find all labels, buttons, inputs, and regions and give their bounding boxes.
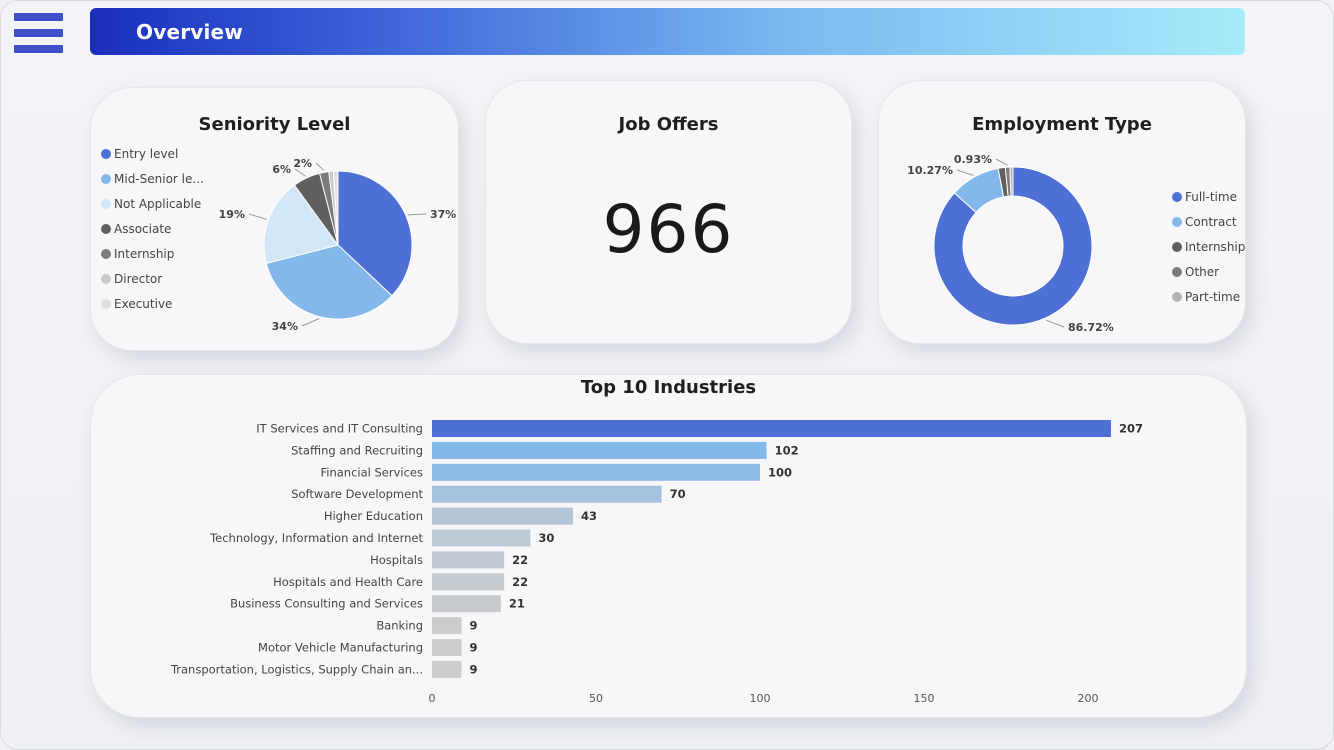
value-label: 9: [470, 619, 478, 633]
bar-financial-services[interactable]: [432, 463, 761, 481]
top-industries-card: Top 10 Industries IT Services and IT Con…: [90, 374, 1247, 718]
bar-software-development[interactable]: [432, 485, 662, 503]
value-label: 100: [768, 465, 792, 479]
value-label: 102: [775, 443, 799, 457]
category-label: Hospitals and Health Care: [273, 575, 423, 589]
data-label-other: 0.93%: [954, 153, 992, 166]
x-tick-label: 200: [1078, 692, 1099, 705]
data-label-full-time: 86.72%: [1068, 321, 1114, 334]
leader-line: [1045, 319, 1065, 328]
bar-business-consulting-and-services[interactable]: [432, 595, 501, 613]
header-bar: Overview: [90, 8, 1245, 55]
data-label-mid-senior-le: 34%: [272, 320, 298, 333]
bar-banking[interactable]: [432, 617, 462, 635]
value-label: 22: [512, 553, 528, 567]
value-label: 30: [538, 531, 554, 545]
bar-transportation-logistics-supply-chain-an[interactable]: [432, 660, 462, 678]
bar-staffing-and-recruiting[interactable]: [432, 441, 767, 459]
employment-type-card: Employment Type Full-time Contract Interns…: [878, 80, 1246, 344]
category-label: Transportation, Logistics, Supply Chain …: [170, 662, 423, 676]
leader-line: [995, 158, 1008, 166]
category-label: Business Consulting and Services: [230, 597, 423, 611]
value-label: 9: [470, 641, 478, 655]
leader-line: [301, 318, 320, 327]
category-label: Hospitals: [370, 553, 423, 567]
leader-line: [248, 213, 267, 220]
category-label: Financial Services: [320, 465, 423, 479]
x-tick-label: 150: [914, 692, 935, 705]
bar-hospitals[interactable]: [432, 551, 505, 569]
leader-line: [294, 168, 306, 177]
value-label: 70: [670, 487, 686, 501]
category-label: Software Development: [291, 487, 423, 501]
job-offers-card: Job Offers 966: [485, 80, 852, 344]
data-label-not-applicable: 19%: [219, 208, 245, 221]
data-label-internship: 2%: [293, 157, 312, 170]
value-label: 22: [512, 575, 528, 589]
data-label-contract: 10.27%: [907, 164, 953, 177]
job-offers-title: Job Offers: [618, 114, 719, 135]
bar-it-services-and-it-consulting[interactable]: [432, 420, 1111, 437]
bar-motor-vehicle-manufacturing[interactable]: [432, 639, 462, 656]
x-tick-label: 100: [750, 692, 771, 705]
hamburger-menu-icon[interactable]: [14, 13, 64, 57]
value-label: 43: [581, 509, 597, 523]
seniority-level-card: Seniority Level Entry level Mid-Senior le…: [90, 87, 459, 351]
bar-higher-education[interactable]: [432, 507, 574, 525]
category-label: IT Services and IT Consulting: [256, 422, 423, 436]
bar-hospitals-and-health-care[interactable]: [432, 573, 505, 591]
category-label: Staffing and Recruiting: [291, 443, 423, 457]
category-label: Motor Vehicle Manufacturing: [258, 641, 423, 655]
menu-bar-top: [14, 13, 63, 21]
x-tick-label: 0: [429, 692, 436, 705]
leader-line: [315, 162, 325, 171]
leader-line: [956, 169, 974, 176]
page-title: Overview: [136, 20, 244, 44]
value-label: 21: [509, 597, 525, 611]
category-label: Higher Education: [324, 509, 423, 523]
value-label: 207: [1119, 422, 1143, 436]
industries-bar-chart: IT Services and IT Consulting 207 Staffing…: [170, 420, 1143, 705]
employment-donut-chart: 86.72% 10.27%0.93%: [907, 153, 1114, 334]
x-tick-label: 50: [589, 692, 603, 705]
menu-bar-bottom: [14, 45, 63, 53]
menu-bar-middle: [14, 29, 63, 37]
leader-line: [407, 213, 427, 216]
seniority-pie-chart: 37% 34% 19% 6% 2%: [219, 157, 457, 333]
bar-technology-information-and-internet[interactable]: [432, 529, 531, 547]
category-label: Banking: [376, 619, 423, 633]
data-label-entry-level: 37%: [430, 208, 456, 221]
value-label: 9: [470, 662, 478, 676]
job-offers-value: 966: [602, 191, 735, 268]
data-label-associate: 6%: [272, 163, 291, 176]
category-label: Technology, Information and Internet: [209, 531, 423, 545]
